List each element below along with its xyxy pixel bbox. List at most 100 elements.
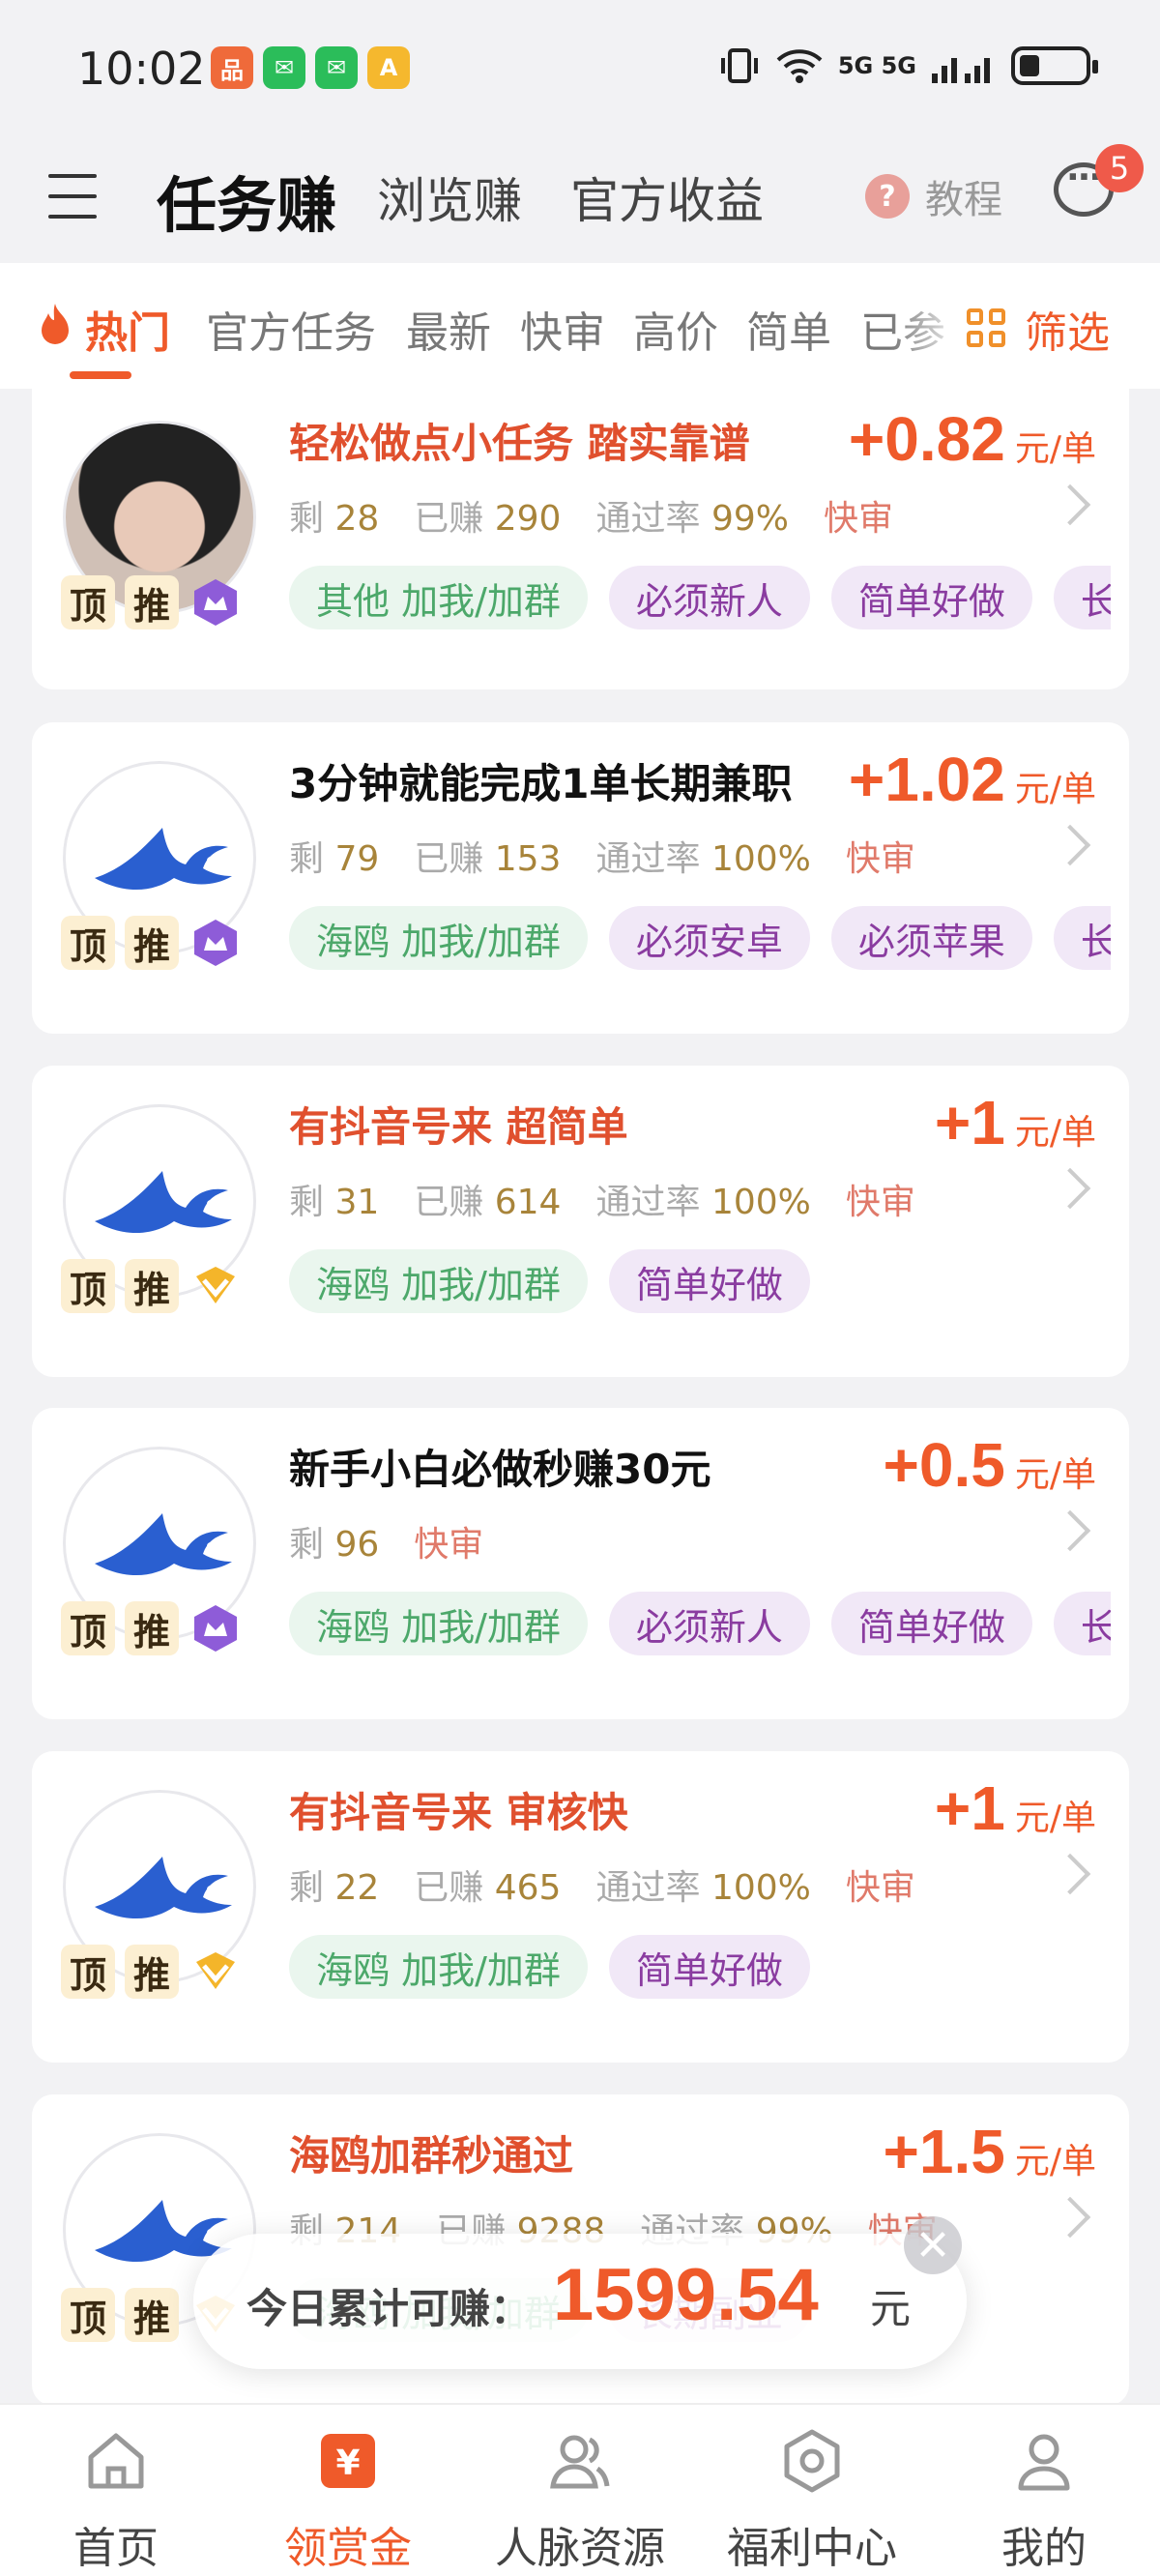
price-unit: 元/单 [1014, 429, 1096, 469]
price-value: +1 [934, 1773, 1005, 1843]
remaining-stat: 剩 96 [289, 1525, 380, 1565]
gold-level-icon [188, 1945, 243, 1999]
game-app-icon: A [367, 46, 410, 89]
promo-badges: 顶推 [61, 1259, 243, 1313]
tutorial-button[interactable]: ? 教程 [865, 168, 1002, 224]
wechat-icon: ✉ [263, 46, 305, 89]
shopping-app-icon: 品 [211, 46, 253, 89]
task-title: 新手小白必做秒赚30元 [289, 1446, 711, 1493]
profile-icon [1018, 2434, 1070, 2491]
task-price: +1 元/单 [935, 1087, 1096, 1158]
fast-review-tag: 快审 [845, 839, 915, 879]
push-badge: 推 [125, 2288, 179, 2342]
task-card[interactable]: 顶推 有抖音号来 超简单 +1 元/单剩 31 已赚 614 通过率 100% 快审 海鸥 加… [32, 1066, 1129, 1377]
filter-hot[interactable]: 热门 [85, 298, 170, 360]
wechat-icon-2: ✉ [315, 46, 358, 89]
task-title: 3分钟就能完成1单长期兼职 [289, 760, 793, 807]
battery-icon [1011, 46, 1098, 85]
nav-contacts[interactable]: 人脉资源 [483, 2426, 677, 2575]
task-tag: 简单好做 [830, 566, 1032, 629]
promo-badges: 顶推 [61, 916, 243, 970]
crown-level-icon [188, 1601, 243, 1655]
status-time: 10:02 [77, 43, 206, 95]
crown-level-icon [188, 575, 243, 629]
push-badge: 推 [125, 1259, 179, 1313]
nav-reward[interactable]: ¥ 领赏金 [251, 2426, 445, 2575]
task-price: +1 元/单 [935, 1772, 1096, 1844]
task-tag: 必须苹果 [830, 906, 1032, 970]
chevron-right-icon [1049, 1853, 1091, 1895]
filter-button[interactable]: 筛选 [967, 298, 1110, 360]
task-card[interactable]: 顶推 3分钟就能完成1单长期兼职 +1.02 元/单剩 79 已赚 153 通过率 100… [32, 722, 1129, 1034]
task-tag: 必须新人 [608, 1592, 810, 1655]
filter-bar: 热门 官方任务 最新 快审 高价 简单 已参 筛选 [0, 263, 1160, 389]
nav-home-label: 首页 [73, 2524, 159, 2573]
filter-simple[interactable]: 简单 [746, 298, 831, 360]
tab-browse-earn[interactable]: 浏览赚 [377, 162, 522, 232]
push-badge: 推 [125, 1945, 179, 1999]
task-card[interactable]: 顶推 有抖音号来 审核快 +1 元/单剩 22 已赚 465 通过率 100% 快审 海鸥 加… [32, 1751, 1129, 2063]
top-badge: 顶 [61, 1945, 115, 1999]
tutorial-label: 教程 [925, 178, 1002, 222]
filter-fast-review[interactable]: 快审 [520, 298, 605, 360]
chevron-right-icon [1049, 483, 1091, 526]
tab-task-earn[interactable]: 任务赚 [157, 157, 336, 244]
status-app-icons: 品 ✉ ✉ A [211, 46, 410, 89]
pass-rate-stat: 通过率 100% [595, 1868, 811, 1908]
filter-high-price[interactable]: 高价 [633, 298, 718, 360]
pass-rate-stat: 通过率 100% [595, 1183, 811, 1222]
nav-profile-label: 我的 [1001, 2524, 1087, 2573]
message-badge: 5 [1095, 144, 1144, 192]
top-badge: 顶 [61, 1259, 115, 1313]
promo-badges: 顶推 [61, 1945, 243, 1999]
price-value: +0.82 [848, 404, 1005, 474]
remaining-stat: 剩 31 [289, 1183, 380, 1222]
task-tag: 必须新人 [608, 566, 810, 629]
task-stats: 剩 31 已赚 614 通过率 100% 快审 [289, 1174, 915, 1224]
vibrate-icon [720, 48, 758, 83]
push-badge: 推 [125, 916, 179, 970]
tab-official-income[interactable]: 官方收益 [570, 162, 764, 232]
chevron-right-icon [1049, 1167, 1091, 1210]
signal-icon [932, 58, 990, 83]
remaining-stat: 剩 79 [289, 839, 380, 879]
nav-welfare[interactable]: 福利中心 [715, 2426, 909, 2575]
top-badge: 顶 [61, 575, 115, 629]
top-badge: 顶 [61, 2288, 115, 2342]
network-label: 5G 5G [837, 52, 916, 79]
price-value: +1.5 [883, 2117, 1005, 2186]
menu-icon[interactable] [48, 174, 97, 219]
price-value: +0.5 [883, 1430, 1005, 1500]
promo-badges: 顶推 [61, 575, 243, 629]
daily-earnings-unit: 元 [870, 2285, 912, 2332]
task-tags: 海鸥 加我/加群 简单好做 [289, 1935, 1111, 1999]
task-stats: 剩 28 已赚 290 通过率 99% 快审 [289, 490, 893, 541]
task-title: 有抖音号来 超简单 [289, 1103, 628, 1151]
earned-stat: 已赚 614 [414, 1183, 562, 1222]
crown-level-icon [188, 916, 243, 970]
gold-level-icon [188, 1259, 243, 1313]
close-toast-icon[interactable]: ✕ [904, 2216, 962, 2274]
task-tag: 简单好做 [608, 1249, 810, 1313]
nav-home[interactable]: 首页 [19, 2426, 213, 2575]
flame-icon [42, 304, 69, 344]
price-unit: 元/单 [1014, 1799, 1096, 1838]
price-unit: 元/单 [1014, 1455, 1096, 1495]
task-tag: 海鸥 加我/加群 [289, 1249, 588, 1313]
task-price: +1.02 元/单 [849, 744, 1096, 815]
reward-icon: ¥ [321, 2434, 375, 2488]
filter-official[interactable]: 官方任务 [206, 298, 376, 360]
task-tags: 海鸥 加我/加群必须新人简单好做长期 [289, 1592, 1111, 1655]
task-tag: 海鸥 加我/加群 [289, 906, 588, 970]
task-card[interactable]: 顶推 轻松做点小任务 踏实靠谱 +0.82 元/单剩 28 已赚 290 通过率 99% 快… [32, 382, 1129, 689]
nav-profile[interactable]: 我的 [947, 2426, 1141, 2575]
daily-earnings-value: 1599.54 [553, 2254, 819, 2336]
task-card[interactable]: 顶推 新手小白必做秒赚30元 +0.5 元/单剩 96 快审 海鸥 加我/加群 必须新人 简单… [32, 1408, 1129, 1719]
nav-reward-label: 领赏金 [284, 2524, 412, 2573]
filter-button-label: 筛选 [1025, 308, 1110, 358]
task-tag: 海鸥 加我/加群 [289, 1592, 588, 1655]
pass-rate-stat: 通过率 99% [595, 499, 789, 539]
task-tag: 长期 [1053, 1592, 1111, 1655]
fast-review-tag: 快审 [414, 1525, 484, 1565]
filter-latest[interactable]: 最新 [406, 298, 491, 360]
